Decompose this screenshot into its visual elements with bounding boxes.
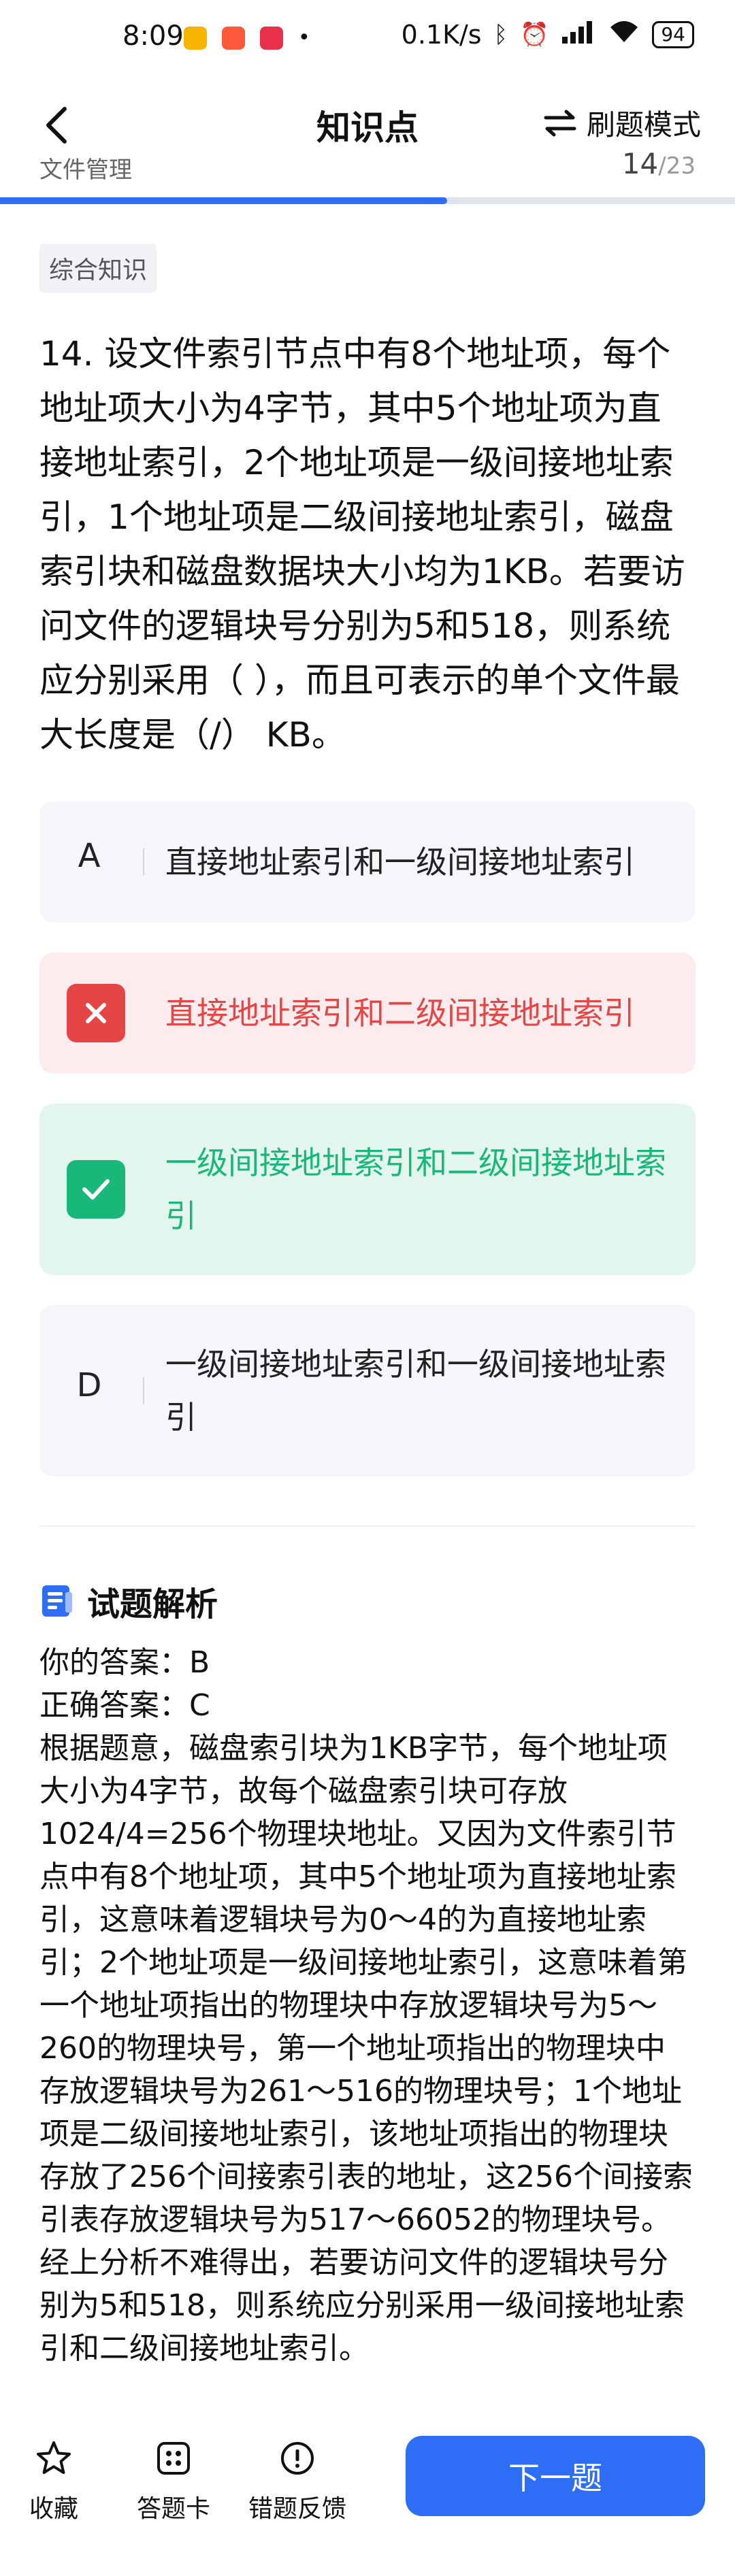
option-d[interactable]: D 一级间接地址索引和一级间接地址索引 [39,1305,696,1476]
category-tag: 综合知识 [39,244,157,293]
grid-icon [157,2442,190,2475]
answer-card-label: 答题卡 [136,2495,210,2523]
battery-indicator: 94 [652,20,694,48]
document-icon [42,1585,72,1617]
option-text: 直接地址索引和一级间接地址索引 [165,844,635,880]
option-text: 直接地址索引和二级间接地址索引 [165,995,635,1031]
signal-icon [561,20,596,50]
progress-header: 文件管理 14/23 [0,143,735,197]
close-icon [86,1003,106,1023]
status-time: 8:09 [122,20,184,52]
analysis-content: 你的答案：B 正确答案：C 根据题意，磁盘索引块为1KB字节，每个地址项大小为4… [39,1641,693,2370]
progress-bar-fill [0,197,448,204]
wrong-answer-badge [67,984,125,1042]
analysis-title: 试题解析 [87,1585,218,1623]
practice-mode-button[interactable]: 刷题模式 [543,102,701,144]
favorite-button[interactable]: 收藏 [3,2434,105,2524]
correct-answer-badge [67,1160,125,1219]
alarm-icon: ⏰ [520,20,549,48]
section-divider [39,1525,696,1527]
your-answer: 你的答案：B [39,1645,210,1680]
option-separator [143,1377,144,1404]
notification-app-icon [222,26,245,50]
status-indicators: 0.1K/s ᛒ ⏰ 94 [402,19,694,50]
next-question-button[interactable]: 下一题 [406,2436,705,2516]
bottom-toolbar: 收藏 答题卡 错题反馈 下一题 [0,2414,735,2576]
progress-counter: 14/23 [622,147,696,180]
network-speed: 0.1K/s [401,19,482,50]
notification-app-icon [260,26,283,50]
current-index: 14 [621,147,659,180]
check-icon [82,1179,110,1200]
feedback-button[interactable]: 错题反馈 [246,2434,348,2524]
analysis-heading: 试题解析 [39,1577,218,1625]
correct-answer: 正确答案：C [39,1688,210,1723]
alert-circle-icon [281,2442,314,2475]
question-text: 14. 设文件索引节点中有8个地址项，每个地址项大小为4字节，其中5个地址项为直… [39,334,685,755]
option-c[interactable]: 一级间接地址索引和二级间接地址索引 [39,1104,696,1275]
option-a[interactable]: A 直接地址索引和一级间接地址索引 [39,802,696,923]
mode-label: 刷题模式 [586,108,701,142]
star-icon [37,2441,71,2474]
total-count: /23 [658,152,696,180]
option-text: 一级间接地址索引和一级间接地址索引 [165,1346,666,1436]
swap-icon [544,110,576,136]
option-text: 一级间接地址索引和二级间接地址索引 [165,1144,666,1234]
dot-icon: • [298,26,310,50]
status-app-icons: • [184,26,310,50]
bluetooth-icon: ᛒ [493,20,508,48]
chapter-name: 文件管理 [39,156,132,184]
status-bar: 8:09 • 0.1K/s ᛒ ⏰ 94 [0,0,735,82]
feedback-label: 错题反馈 [248,2495,346,2523]
answer-card-button[interactable]: 答题卡 [122,2434,225,2524]
wifi-icon [608,19,640,50]
explanation-text: 根据题意，磁盘索引块为1KB字节，每个地址项大小为4字节，故每个磁盘索引块可存放… [39,1731,693,2237]
option-letter: A [78,837,101,875]
favorite-label: 收藏 [29,2495,78,2523]
notification-app-icon [184,26,207,50]
option-separator [143,848,144,876]
conclusion-text: 经上分析不难得出，若要访问文件的逻辑块号分别为5和518，则系统应分别采用一级间… [39,2245,685,2366]
progress-bar [0,197,735,204]
option-b[interactable]: 直接地址索引和二级间接地址索引 [39,953,696,1074]
option-letter: D [76,1366,102,1404]
